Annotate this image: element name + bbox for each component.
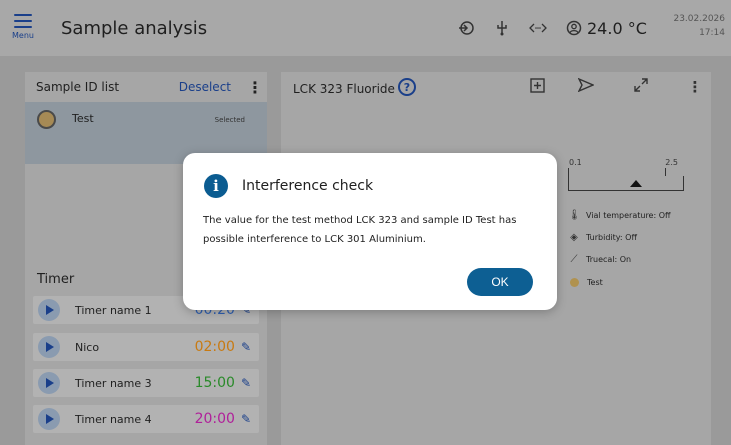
- timer-name: Timer name 1: [75, 303, 152, 317]
- help-icon[interactable]: ?: [398, 78, 416, 96]
- timer-title: Timer: [37, 272, 75, 287]
- edit-icon[interactable]: ✎: [241, 412, 251, 426]
- sample-list-header: Sample ID list Deselect ⋮: [25, 72, 267, 102]
- play-icon[interactable]: [38, 336, 60, 358]
- measurement-range-scale: 0.1 2.5: [568, 158, 684, 192]
- thermometer-icon: 🌡: [568, 210, 581, 221]
- timer-time: 02:00: [194, 339, 235, 355]
- login-icon[interactable]: [454, 16, 478, 40]
- timer-name: Timer name 4: [75, 412, 152, 426]
- timer-name: Timer name 3: [75, 376, 152, 390]
- menu-button[interactable]: Menu: [8, 10, 38, 46]
- sample-name: Test: [72, 112, 94, 125]
- vial-temperature-label: Vial temperature: Off: [586, 211, 671, 220]
- truecal-info: ⟋ Truecal: On: [568, 254, 632, 265]
- status-icons: [454, 16, 598, 40]
- sample-list-title: Sample ID list: [36, 80, 120, 94]
- date-label: 23.02.2026: [673, 14, 725, 24]
- top-bar: Menu Sample analysis 24.0 °C 23.02.2026 …: [0, 0, 731, 56]
- expand-icon[interactable]: [631, 78, 651, 96]
- range-tick-min: [568, 168, 569, 176]
- range-tick-max: [665, 168, 666, 176]
- dialog-title: Interference check: [242, 178, 374, 194]
- more-options-icon[interactable]: ⋮: [247, 78, 263, 97]
- selected-badge: Selected: [214, 116, 245, 124]
- usb-icon[interactable]: [490, 16, 514, 40]
- edit-icon[interactable]: ✎: [241, 376, 251, 390]
- range-max-label: 2.5: [665, 158, 678, 167]
- truecal-label: Truecal: On: [586, 255, 632, 264]
- info-icon: i: [204, 174, 228, 198]
- test-method-title: LCK 323 Fluoride: [293, 82, 395, 96]
- range-min-label: 0.1: [569, 158, 582, 167]
- menu-label: Menu: [12, 31, 34, 40]
- add-box-icon[interactable]: [527, 78, 547, 97]
- timer-item[interactable]: Timer name 4 20:00 ✎: [33, 405, 259, 433]
- play-icon[interactable]: [38, 408, 60, 430]
- drop-icon: ◈: [570, 232, 578, 243]
- turbidity-info: ◈ Turbidity: Off: [568, 232, 637, 243]
- sample-color-indicator: [570, 278, 579, 287]
- edit-icon[interactable]: ✎: [241, 340, 251, 354]
- timer-time: 20:00: [194, 411, 235, 427]
- network-icon[interactable]: [526, 16, 550, 40]
- date-time: 23.02.2026 17:14: [673, 12, 725, 40]
- play-icon[interactable]: [38, 299, 60, 321]
- ok-button[interactable]: OK: [467, 268, 533, 296]
- user-icon[interactable]: [562, 16, 586, 40]
- value-marker-icon: [630, 180, 642, 187]
- deselect-button[interactable]: Deselect: [179, 80, 231, 94]
- hamburger-icon: [14, 14, 32, 28]
- timer-item[interactable]: Nico 02:00 ✎: [33, 333, 259, 361]
- more-options-icon[interactable]: ⋮: [685, 78, 705, 96]
- timer-item[interactable]: Timer name 3 15:00 ✎: [33, 369, 259, 397]
- send-icon[interactable]: [576, 77, 596, 96]
- sample-label: Test: [587, 278, 603, 287]
- vial-temperature-info: 🌡 Vial temperature: Off: [568, 210, 671, 221]
- time-label: 17:14: [699, 28, 725, 38]
- play-icon[interactable]: [38, 372, 60, 394]
- timer-name: Nico: [75, 340, 100, 354]
- sample-info: Test: [568, 278, 603, 287]
- range-bar: [568, 176, 684, 191]
- turbidity-label: Turbidity: Off: [586, 233, 637, 242]
- calibration-curve-icon: ⟋: [570, 254, 578, 265]
- timer-time: 15:00: [194, 375, 235, 391]
- temperature-readout: 24.0 °C: [587, 19, 647, 38]
- page-title: Sample analysis: [61, 18, 208, 39]
- sample-color-indicator: [37, 110, 56, 129]
- interference-check-dialog: i Interference check The value for the t…: [183, 153, 557, 310]
- dialog-message: The value for the test method LCK 323 an…: [203, 215, 517, 245]
